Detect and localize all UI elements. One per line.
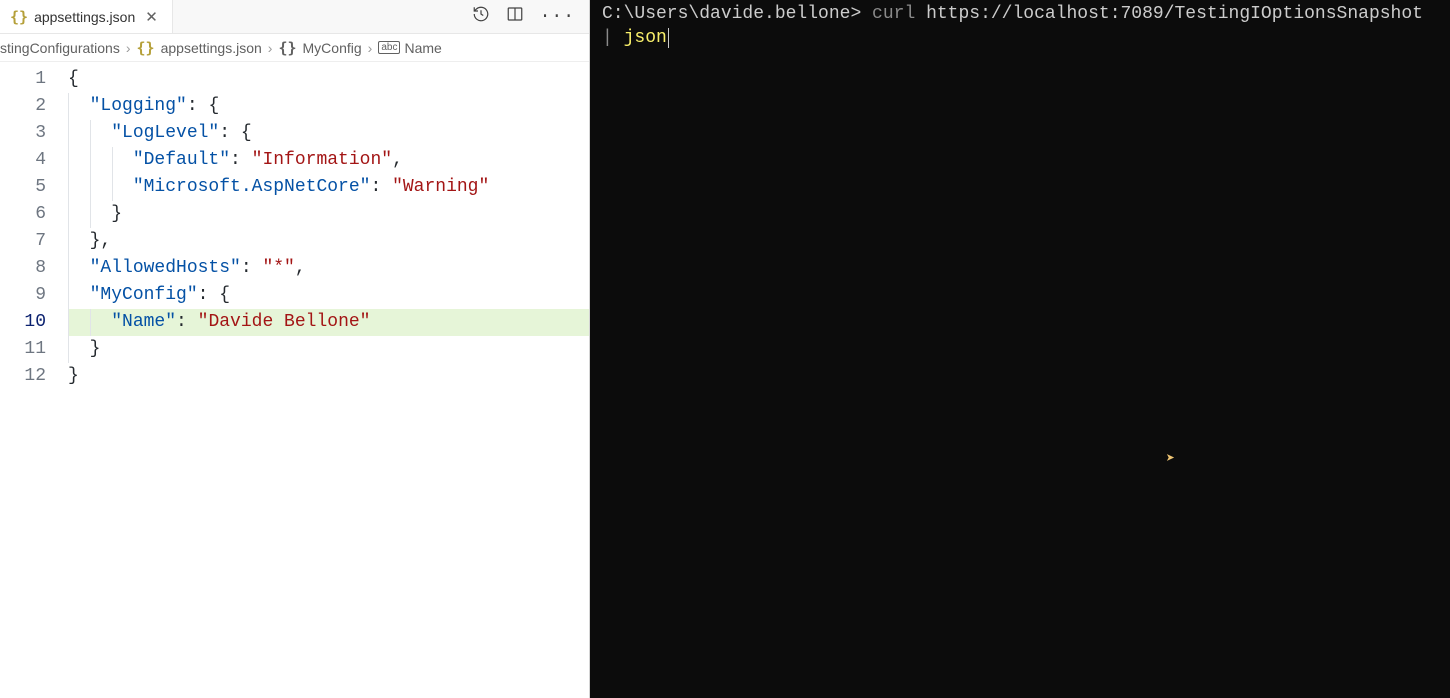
close-icon[interactable]: ✕ bbox=[141, 8, 162, 26]
terminal[interactable]: C:\Users\davide.bellone> curl https://lo… bbox=[590, 0, 1450, 698]
code-line[interactable]: "Default": "Information", bbox=[68, 147, 589, 174]
tab-filename: appsettings.json bbox=[34, 9, 135, 25]
json-file-icon: {} bbox=[137, 39, 155, 57]
code-line[interactable]: } bbox=[68, 336, 589, 363]
string-prop-icon: abc bbox=[378, 41, 400, 54]
object-icon: {} bbox=[278, 39, 296, 57]
split-editor-icon[interactable] bbox=[506, 5, 524, 28]
breadcrumb-seg-file[interactable]: appsettings.json bbox=[161, 40, 262, 56]
mouse-cursor-icon: ➤ bbox=[1166, 448, 1175, 472]
breadcrumb[interactable]: stingConfigurations › {} appsettings.jso… bbox=[0, 34, 589, 62]
code-line[interactable]: "AllowedHosts": "*", bbox=[68, 255, 589, 282]
chevron-right-icon: › bbox=[126, 40, 131, 56]
history-icon[interactable] bbox=[472, 5, 490, 28]
code-line[interactable]: "Microsoft.AspNetCore": "Warning" bbox=[68, 174, 589, 201]
code-line[interactable]: "LogLevel": { bbox=[68, 120, 589, 147]
breadcrumb-seg-myconfig[interactable]: MyConfig bbox=[303, 40, 362, 56]
json-file-icon: {} bbox=[10, 8, 28, 26]
editor-pane: {} appsettings.json ✕ ··· stingConfigura… bbox=[0, 0, 590, 698]
terminal-prompt: C:\Users\davide.bellone> bbox=[602, 4, 872, 24]
line-number-gutter: 1 2 3 4 5 6 7 8 9 10 11 12 bbox=[0, 62, 68, 698]
terminal-cursor bbox=[668, 28, 669, 48]
code-line[interactable]: }, bbox=[68, 228, 589, 255]
code-line[interactable]: "MyConfig": { bbox=[68, 282, 589, 309]
tab-bar: {} appsettings.json ✕ ··· bbox=[0, 0, 589, 34]
code-line[interactable]: } bbox=[68, 201, 589, 228]
terminal-command: curl bbox=[872, 4, 915, 24]
more-actions-icon[interactable]: ··· bbox=[540, 7, 575, 27]
code-line[interactable]: } bbox=[68, 363, 589, 390]
tab-appsettings[interactable]: {} appsettings.json ✕ bbox=[0, 0, 173, 33]
chevron-right-icon: › bbox=[268, 40, 273, 56]
code-line[interactable]: { bbox=[68, 66, 589, 93]
chevron-right-icon: › bbox=[368, 40, 373, 56]
code-editor[interactable]: 1 2 3 4 5 6 7 8 9 10 11 12 { "Logging": … bbox=[0, 62, 589, 698]
tab-actions: ··· bbox=[472, 5, 589, 28]
breadcrumb-seg-name[interactable]: abc Name bbox=[378, 40, 441, 56]
code-line[interactable]: "Logging": { bbox=[68, 93, 589, 120]
code-line[interactable]: "Name": "Davide Bellone" bbox=[68, 309, 589, 336]
breadcrumb-seg-folder[interactable]: stingConfigurations bbox=[0, 40, 120, 56]
code-content[interactable]: { "Logging": { "LogLevel": { "Default": … bbox=[68, 62, 589, 698]
